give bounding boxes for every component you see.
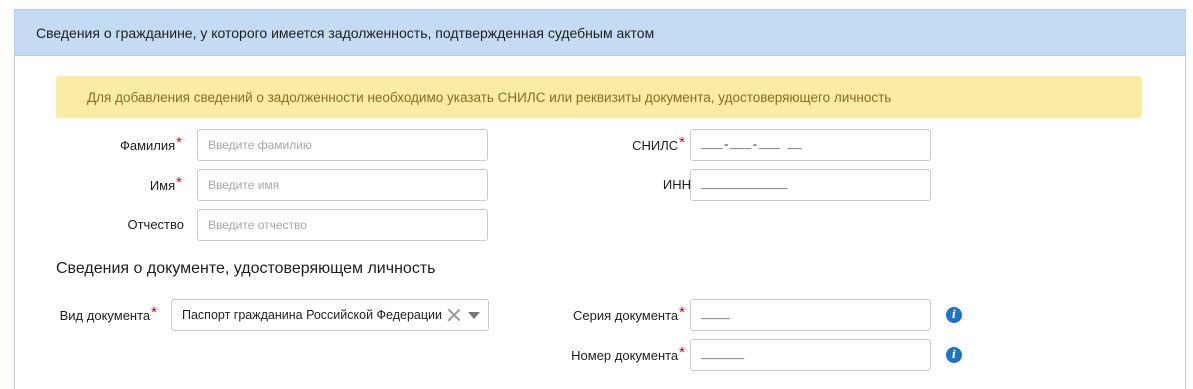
document-series-input[interactable]: [690, 299, 931, 331]
patronymic-label-text: Отчество: [127, 217, 184, 232]
document-type-label-text: Вид документа: [59, 308, 151, 323]
snils-label-text: СНИЛС: [632, 138, 679, 153]
document-type-selected: Паспорт гражданина Российской Федерации: [182, 308, 442, 322]
clear-icon[interactable]: [446, 307, 462, 323]
document-number-input[interactable]: [690, 339, 931, 371]
inn-label: ИНН: [663, 177, 691, 192]
document-series-label: Серия документа*: [573, 304, 685, 324]
panel-title: Сведения о гражданине, у которого имеетс…: [36, 24, 655, 41]
document-series-label-text: Серия документа: [573, 308, 679, 323]
document-section-title: Сведения о документе, удостоверяющем лич…: [56, 260, 436, 277]
panel-header: Сведения о гражданине, у которого имеетс…: [15, 10, 1185, 56]
name-label: Имя*: [149, 174, 182, 194]
document-type-select[interactable]: Паспорт гражданина Российской Федерации: [171, 299, 489, 331]
patronymic-input[interactable]: [197, 209, 488, 241]
patronymic-label: Отчество: [127, 217, 184, 232]
debtor-info-panel: Сведения о гражданине, у которого имеетс…: [14, 9, 1186, 389]
inn-input[interactable]: [690, 169, 931, 201]
info-icon[interactable]: i: [946, 347, 962, 363]
surname-label: Фамилия*: [119, 134, 182, 154]
snils-label: СНИЛС*: [632, 134, 685, 154]
name-label-text: Имя: [149, 178, 176, 193]
inn-label-text: ИНН: [662, 177, 691, 192]
surname-label-text: Фамилия: [119, 138, 176, 153]
required-marker: *: [176, 134, 182, 151]
document-number-label: Номер документа*: [571, 344, 685, 364]
info-icon[interactable]: i: [946, 307, 962, 323]
required-marker: *: [679, 344, 685, 361]
notice-banner: Для добавления сведений о задолженности …: [56, 76, 1142, 118]
surname-input[interactable]: [197, 129, 488, 161]
document-type-label: Вид документа*: [59, 304, 157, 324]
required-marker: *: [679, 134, 685, 151]
required-marker: *: [151, 304, 157, 321]
required-marker: *: [679, 304, 685, 321]
document-number-label-text: Номер документа: [571, 348, 679, 363]
required-marker: *: [176, 174, 182, 191]
chevron-down-icon[interactable]: [468, 311, 480, 319]
name-input[interactable]: [197, 169, 488, 201]
snils-input[interactable]: [690, 129, 931, 161]
notice-text: Для добавления сведений о задолженности …: [87, 89, 892, 105]
